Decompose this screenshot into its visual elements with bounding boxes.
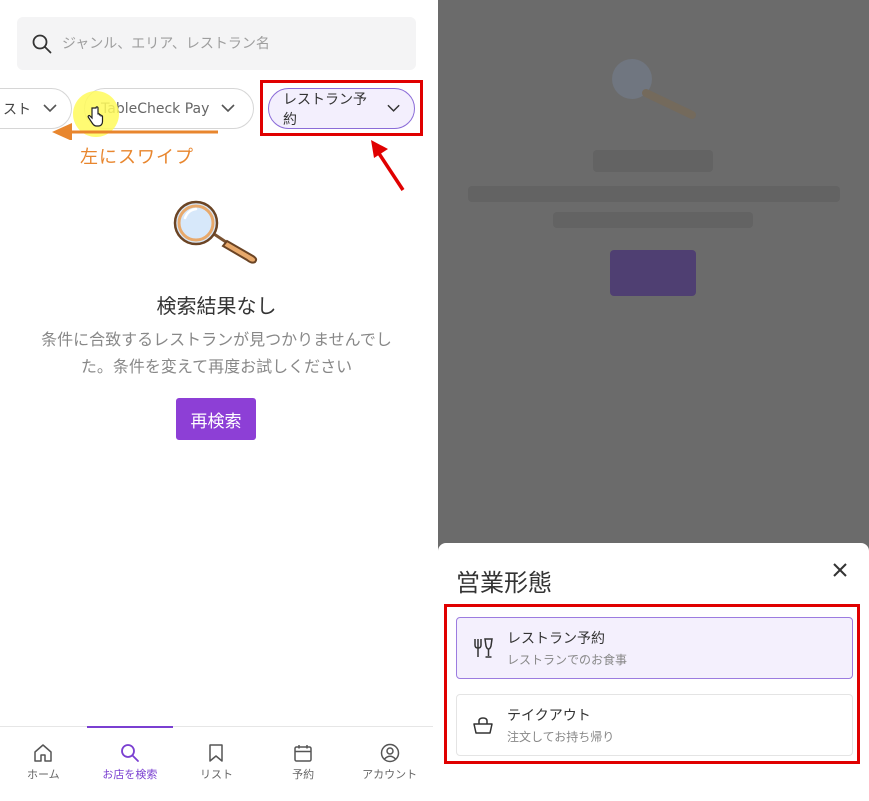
blurred-description — [468, 186, 840, 202]
nav-item-account[interactable]: アカウント — [346, 727, 433, 801]
nav-label: ホーム — [26, 768, 60, 781]
blurred-description — [553, 212, 753, 228]
chip-label: リスト — [0, 101, 31, 118]
highlight-box — [260, 80, 423, 136]
chevron-down-icon — [221, 104, 235, 113]
magnifier-icon — [173, 200, 258, 264]
account-icon — [380, 743, 399, 763]
nav-item-reservations[interactable]: 予約 — [260, 727, 347, 801]
blurred-magnifier-icon — [612, 59, 696, 119]
calendar-icon — [294, 745, 312, 762]
bookmark-icon — [209, 744, 224, 762]
blurred-title — [593, 150, 713, 172]
search-input[interactable] — [62, 35, 392, 52]
home-icon — [34, 744, 53, 762]
blurred-retry-button — [610, 250, 696, 296]
search-bar[interactable] — [17, 17, 416, 70]
bottom-navigation: ホーム お店を検索 リスト 予約 アカウント — [0, 726, 433, 801]
red-pointer-arrow-icon — [371, 140, 405, 191]
nav-label: 予約 — [292, 768, 315, 781]
nav-item-list[interactable]: リスト — [173, 727, 260, 801]
nav-label: お店を検索 — [102, 768, 158, 781]
nav-label: アカウント — [362, 768, 418, 781]
left-screen: リスト TableCheck Pay レストラン予約 左にスワイプ 検索結果なし… — [0, 0, 433, 801]
swipe-left-arrow-icon — [52, 123, 218, 140]
chevron-down-icon — [43, 104, 57, 113]
highlight-box — [444, 604, 860, 764]
retry-search-button[interactable]: 再検索 — [176, 398, 256, 440]
swipe-hint-label: 左にスワイプ — [80, 147, 194, 168]
search-icon — [120, 744, 139, 762]
nav-label: リスト — [199, 768, 233, 781]
dimmed-backdrop[interactable] — [438, 0, 869, 543]
nav-item-home[interactable]: ホーム — [0, 727, 87, 801]
search-icon — [32, 34, 52, 53]
close-icon[interactable] — [830, 560, 850, 580]
nav-item-search[interactable]: お店を検索 — [86, 726, 174, 801]
empty-state-title: 検索結果なし — [156, 294, 277, 318]
right-screen: 営業形態 レストラン予約 レストランでのお食事 テイクアウト 注文してお持ち帰り — [438, 0, 869, 801]
sheet-title: 営業形態 — [456, 569, 552, 597]
empty-state-description: 条件に合致するレストランが見つかりませんでした。条件を変えて再度お試しください — [41, 330, 392, 376]
